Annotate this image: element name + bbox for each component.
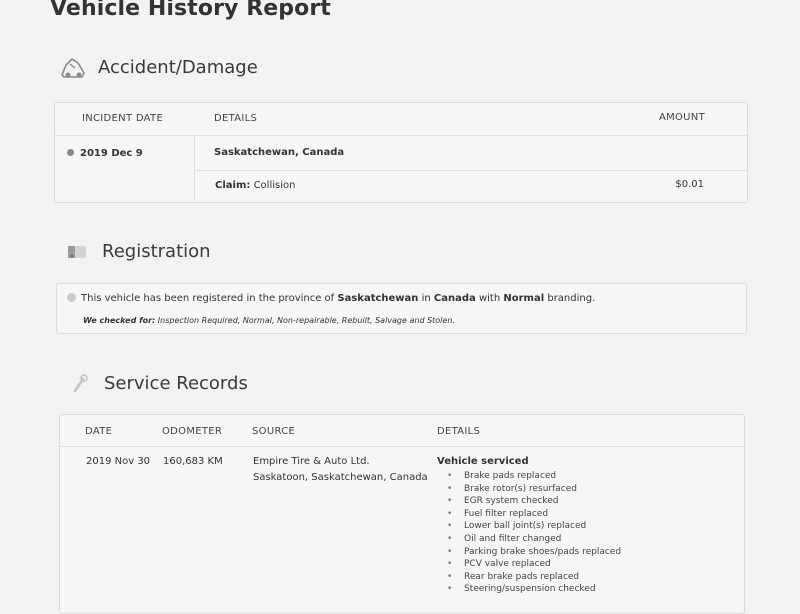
accident-header-divider bbox=[55, 135, 747, 136]
claim-label: Claim: bbox=[215, 180, 251, 191]
accident-row-divider bbox=[195, 170, 747, 171]
list-item: • Brake pads replaced bbox=[447, 471, 557, 481]
service-date-header: DATE bbox=[85, 426, 113, 437]
list-item: • Oil and filter changed bbox=[447, 533, 562, 544]
accident-table: INCIDENT DATE DETAILS AMOUNT 2019 Dec 9 … bbox=[54, 102, 748, 203]
incident-location: Saskatchewan, Canada bbox=[214, 147, 345, 158]
registration-section-title: Registration bbox=[102, 240, 211, 262]
service-details-header: DETAILS bbox=[437, 426, 481, 437]
source-header: SOURCE bbox=[252, 426, 296, 437]
claim-info: Claim: Collision bbox=[215, 180, 295, 191]
claim-amount: $0.01 bbox=[675, 179, 704, 190]
registration-statement: This vehicle has been registered in the … bbox=[67, 292, 595, 304]
registration-province: Saskatchewan bbox=[337, 293, 419, 304]
list-item: • Rear brake pads replaced bbox=[447, 571, 580, 582]
registration-country: Canada bbox=[433, 293, 476, 304]
service-records-table: DATE ODOMETER SOURCE DETAILS 2019 Nov 30… bbox=[59, 414, 745, 614]
list-item: • PCV valve replaced bbox=[447, 559, 551, 570]
list-item: • Fuel filter replaced bbox=[447, 508, 549, 519]
car-crash-icon bbox=[56, 52, 90, 82]
service-section-title: Service Records bbox=[104, 372, 248, 394]
accident-section-header: Accident/Damage bbox=[56, 52, 258, 82]
service-date: 2019 Nov 30 bbox=[86, 456, 151, 467]
accident-section-title: Accident/Damage bbox=[98, 56, 258, 78]
registration-card-icon bbox=[60, 236, 94, 266]
service-odometer: 160,683 KM bbox=[163, 456, 223, 467]
service-details-title: Vehicle serviced bbox=[437, 456, 529, 467]
service-items-list: • Brake pads replaced • Brake rotor(s) res… bbox=[447, 470, 621, 596]
odometer-header: ODOMETER bbox=[162, 426, 223, 437]
list-item: • Steering/suspension checked bbox=[447, 584, 596, 595]
amount-header: AMOUNT bbox=[658, 112, 705, 123]
list-item: • Brake rotor(s) resurfaced bbox=[447, 483, 578, 494]
service-source-location: Saskatoon, Saskatchewan, Canada bbox=[253, 472, 428, 483]
details-header: DETAILS bbox=[214, 113, 258, 124]
checked-for-label: We checked for: bbox=[83, 316, 156, 325]
service-source-name: Empire Tire & Auto Ltd. bbox=[253, 456, 370, 467]
registration-checked-for: We checked for: Inspection Required, Nor… bbox=[83, 316, 455, 325]
service-header-divider bbox=[60, 446, 744, 447]
check-circle-icon bbox=[67, 292, 76, 302]
list-item: • Parking brake shoes/pads replaced bbox=[447, 546, 622, 557]
registration-branding: Normal bbox=[503, 293, 545, 304]
incident-date: 2019 Dec 9 bbox=[67, 148, 143, 159]
list-item: • Lower ball joint(s) replaced bbox=[447, 521, 587, 532]
registration-section-header: Registration bbox=[60, 236, 211, 266]
claim-value: Collision bbox=[253, 180, 296, 191]
list-item: • EGR system checked bbox=[447, 496, 559, 507]
registration-card: This vehicle has been registered in the … bbox=[56, 283, 747, 334]
circle-icon bbox=[67, 148, 74, 156]
page-title: Vehicle History Report bbox=[50, 0, 331, 21]
wrench-icon bbox=[62, 368, 96, 398]
incident-date-header: INCIDENT DATE bbox=[82, 113, 164, 124]
service-section-header: Service Records bbox=[62, 368, 248, 398]
checked-for-value: Inspection Required, Normal, Non-repaira… bbox=[157, 316, 455, 325]
